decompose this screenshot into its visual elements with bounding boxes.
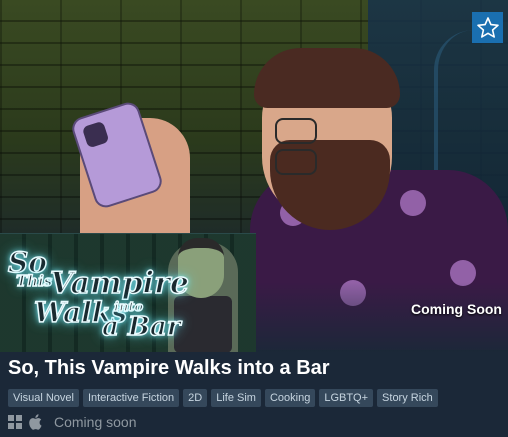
shirt-flower [400, 190, 426, 216]
game-card[interactable]: So This Vampire Walks into a Bar Coming … [0, 0, 508, 437]
wishlist-button[interactable] [472, 12, 503, 43]
tag-life-sim[interactable]: Life Sim [211, 389, 261, 407]
platform-row: Coming soon [8, 414, 137, 430]
windows-icon [8, 415, 22, 429]
status-badge: Coming Soon [411, 301, 502, 317]
game-logo: So This Vampire Walks into a Bar [6, 244, 189, 344]
capsule-image[interactable]: So This Vampire Walks into a Bar [0, 233, 256, 352]
apple-icon [28, 414, 42, 430]
star-icon [476, 16, 499, 38]
tag-visual-novel[interactable]: Visual Novel [8, 389, 79, 407]
tag-2d[interactable]: 2D [183, 389, 208, 407]
logo-text: This [15, 271, 53, 291]
bartender-vest [174, 296, 232, 352]
tag-story-rich[interactable]: Story Rich [377, 389, 438, 407]
tag-interactive-fiction[interactable]: Interactive Fiction [82, 389, 180, 407]
release-date: Coming soon [54, 414, 137, 430]
tag-list: Visual Novel Interactive Fiction 2D Life… [8, 389, 438, 407]
character-hair [254, 48, 400, 108]
logo-text: a Bar [101, 311, 181, 343]
tag-lgbtq[interactable]: LGBTQ+ [319, 389, 374, 407]
game-title[interactable]: So, This Vampire Walks into a Bar [8, 357, 330, 380]
character-glasses [275, 118, 375, 175]
tag-cooking[interactable]: Cooking [264, 389, 316, 407]
hero-artwork[interactable]: So This Vampire Walks into a Bar Coming … [0, 0, 508, 352]
